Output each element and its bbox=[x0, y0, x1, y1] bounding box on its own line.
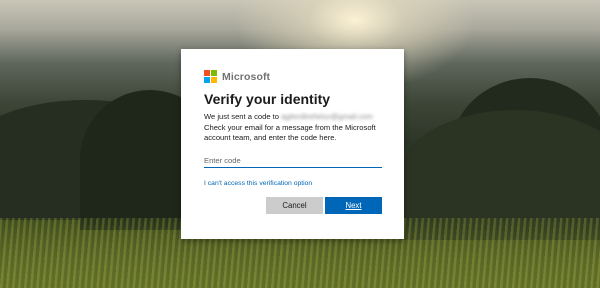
logo-square-blue bbox=[204, 77, 210, 83]
microsoft-logo-icon bbox=[204, 70, 217, 83]
dialog-title: Verify your identity bbox=[204, 91, 331, 107]
cancel-button[interactable]: Cancel bbox=[266, 197, 323, 214]
dialog-description: We just sent a code to agiterdtrehetur@g… bbox=[204, 112, 389, 144]
logo-square-green bbox=[211, 70, 217, 76]
description-suffix: Check your email for a message from the … bbox=[204, 122, 376, 143]
description-prefix: We just sent a code to bbox=[204, 112, 279, 121]
code-input[interactable] bbox=[204, 153, 382, 168]
masked-email: agiterdtrehetur@gmail.com bbox=[281, 112, 373, 121]
next-button[interactable]: Next bbox=[325, 197, 382, 214]
logo-square-red bbox=[204, 70, 210, 76]
brand-name: Microsoft bbox=[222, 70, 271, 83]
microsoft-brand: Microsoft bbox=[204, 70, 270, 83]
verify-identity-dialog: Microsoft Verify your identity We just s… bbox=[181, 49, 404, 239]
logo-square-yellow bbox=[211, 77, 217, 83]
cant-access-link[interactable]: I can't access this verification option bbox=[204, 180, 312, 187]
